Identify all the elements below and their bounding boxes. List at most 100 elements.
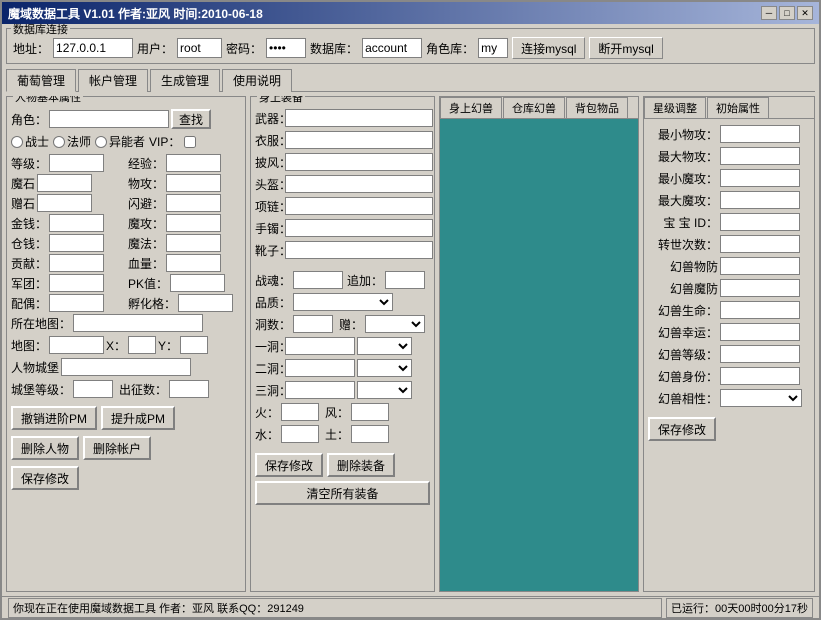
vip-checkbox[interactable] — [184, 136, 196, 148]
pets-tab-bag[interactable]: 背包物品 — [566, 97, 628, 118]
match-input[interactable] — [49, 294, 104, 312]
water-input[interactable] — [281, 425, 319, 443]
status-left-text: 你现在正在使用魔域数据工具 作者：亚风 联系QQ：291249 — [8, 598, 662, 618]
pet-id-input[interactable] — [720, 213, 800, 231]
maximize-button[interactable]: □ — [779, 6, 795, 20]
boots-input[interactable] — [285, 241, 433, 259]
physatk-input[interactable] — [166, 174, 221, 192]
holes-input[interactable] — [293, 315, 333, 333]
disconnect-mysql-button[interactable]: 断开mysql — [589, 37, 662, 59]
save-equip-button[interactable]: 保存修改 — [255, 453, 323, 477]
zengshi-input[interactable] — [37, 194, 92, 212]
dbname-label: 数据库： — [310, 40, 358, 57]
ip-input[interactable] — [53, 38, 133, 58]
pk-input[interactable] — [170, 274, 225, 292]
tab-star-adjust[interactable]: 星级调整 — [644, 97, 706, 118]
wind-input[interactable] — [351, 403, 389, 421]
pets-tab-body[interactable]: 身上幻兽 — [440, 97, 502, 118]
pet-level-input[interactable] — [720, 345, 800, 363]
connect-mysql-button[interactable]: 连接mysql — [512, 37, 585, 59]
necklace-input[interactable] — [285, 197, 433, 215]
add-input[interactable] — [385, 271, 425, 289]
hole2-select[interactable] — [357, 359, 412, 377]
hole3-select[interactable] — [357, 381, 412, 399]
max-magatk-input[interactable] — [720, 191, 800, 209]
pet-physdef-label: 幻兽物防 — [648, 258, 718, 275]
delete-equip-button[interactable]: 删除装备 — [327, 453, 395, 477]
save-modify-char-button[interactable]: 保存修改 — [11, 466, 79, 490]
clear-equip-button[interactable]: 清空所有装备 — [255, 481, 430, 505]
mage-radio[interactable] — [53, 136, 65, 148]
clothes-input[interactable] — [285, 131, 433, 149]
cancel-pm-button[interactable]: 撤销进阶PM — [11, 406, 97, 430]
upgrade-pm-button[interactable]: 提升成PM — [101, 406, 175, 430]
pets-tab-warehouse[interactable]: 仓库幻兽 — [503, 97, 565, 118]
hole3-input[interactable] — [285, 381, 355, 399]
expedition-input[interactable] — [169, 380, 209, 398]
mapcoord-input[interactable] — [49, 336, 104, 354]
quality-select[interactable] — [293, 293, 393, 311]
warrior-radio[interactable] — [11, 136, 23, 148]
hp-input[interactable] — [166, 254, 221, 272]
window-title: 魔域数据工具 V1.01 作者:亚风 时间:2010-06-18 — [8, 5, 263, 22]
special-radio[interactable] — [95, 136, 107, 148]
earth-input[interactable] — [351, 425, 389, 443]
pet-luck-input[interactable] — [720, 323, 800, 341]
x-input[interactable] — [128, 336, 156, 354]
pet-affinity-select[interactable] — [720, 389, 802, 407]
contribution-label: 贡献： — [11, 255, 47, 272]
save-star-button[interactable]: 保存修改 — [648, 417, 716, 441]
hole2-input[interactable] — [285, 359, 355, 377]
rebirth-input[interactable] — [720, 235, 800, 253]
tab-help[interactable]: 使用说明 — [222, 69, 292, 92]
pet-hp-input[interactable] — [720, 301, 800, 319]
battle-soul-input[interactable] — [293, 271, 343, 289]
cloak-input[interactable] — [285, 153, 433, 171]
delete-char-button[interactable]: 删除人物 — [11, 436, 79, 460]
weapon-input[interactable] — [285, 109, 433, 127]
fire-input[interactable] — [281, 403, 319, 421]
pet-physdef-input[interactable] — [720, 257, 800, 275]
castle-input[interactable] — [61, 358, 191, 376]
helmet-input[interactable] — [285, 175, 433, 193]
exp-input[interactable] — [166, 154, 221, 172]
hole1-input[interactable] — [285, 337, 355, 355]
level-input[interactable] — [49, 154, 104, 172]
magic-input[interactable] — [166, 234, 221, 252]
tab-initial-attr[interactable]: 初始属性 — [707, 97, 769, 118]
tab-account[interactable]: 帐户管理 — [78, 69, 148, 92]
bracelet-input[interactable] — [285, 219, 433, 237]
hole1-select[interactable] — [357, 337, 412, 355]
castle-level-input[interactable] — [73, 380, 113, 398]
pwd-input[interactable] — [266, 38, 306, 58]
tab-grape[interactable]: 葡萄管理 — [6, 69, 76, 92]
max-physatk-input[interactable] — [720, 147, 800, 165]
contribution-input[interactable] — [49, 254, 104, 272]
tab-generate[interactable]: 生成管理 — [150, 69, 220, 92]
magatk-input[interactable] — [166, 214, 221, 232]
minimize-button[interactable]: ─ — [761, 6, 777, 20]
pwd-label: 密码： — [226, 40, 262, 57]
dbname-input[interactable] — [362, 38, 422, 58]
warehouse-input[interactable] — [49, 234, 104, 252]
hatch-label: 孵化格： — [128, 295, 176, 312]
close-button[interactable]: ✕ — [797, 6, 813, 20]
user-input[interactable] — [177, 38, 222, 58]
army-input[interactable] — [49, 274, 104, 292]
money-input[interactable] — [49, 214, 104, 232]
delete-account-button[interactable]: 删除帐户 — [83, 436, 151, 460]
gift-select[interactable] — [365, 315, 425, 333]
map-input[interactable] — [73, 314, 203, 332]
role-input[interactable] — [478, 38, 508, 58]
hatch-input[interactable] — [178, 294, 233, 312]
pet-hp-label: 幻兽生命： — [648, 302, 718, 319]
pet-magdef-input[interactable] — [720, 279, 800, 297]
search-button[interactable]: 查找 — [171, 109, 211, 129]
role-input[interactable] — [49, 110, 169, 128]
pet-body-input[interactable] — [720, 367, 800, 385]
min-physatk-input[interactable] — [720, 125, 800, 143]
moshi-input[interactable] — [37, 174, 92, 192]
flash-input[interactable] — [166, 194, 221, 212]
min-magatk-input[interactable] — [720, 169, 800, 187]
y-input[interactable] — [180, 336, 208, 354]
